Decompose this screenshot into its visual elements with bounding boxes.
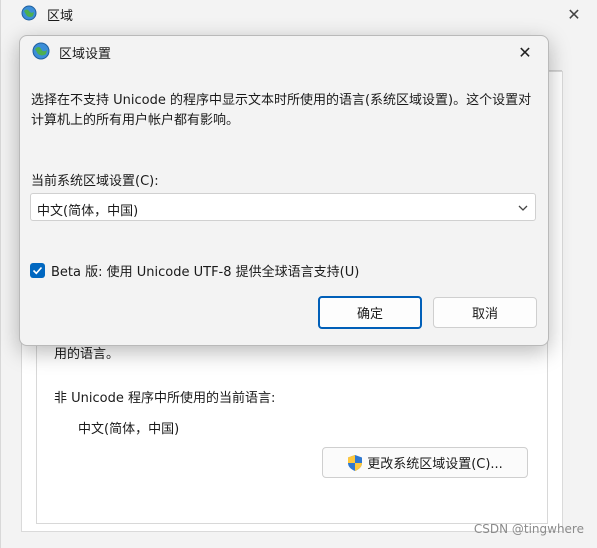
change-system-locale-button[interactable]: 更改系统区域设置(C)... xyxy=(322,447,528,478)
region-window-titlebar: 区域 ✕ xyxy=(1,0,597,30)
globe-icon xyxy=(21,5,37,21)
region-settings-dialog: 区域设置 ✕ 选择在不支持 Unicode 的程序中显示文本时所使用的语言(系统… xyxy=(19,35,549,346)
uac-shield-icon xyxy=(348,454,363,471)
dialog-description: 选择在不支持 Unicode 的程序中显示文本时所使用的语言(系统区域设置)。这… xyxy=(31,93,532,128)
dialog-title: 区域设置 xyxy=(59,47,112,62)
region-window-title: 区域 xyxy=(47,9,74,24)
system-locale-select[interactable]: 中文(简体，中国) xyxy=(30,193,536,221)
region-window-close-button[interactable]: ✕ xyxy=(554,0,594,28)
close-icon: ✕ xyxy=(518,42,532,62)
ok-button[interactable]: 确定 xyxy=(318,296,422,329)
beta-utf8-checkbox[interactable] xyxy=(30,262,45,278)
ok-button-label: 确定 xyxy=(356,307,383,322)
dialog-close-button[interactable]: ✕ xyxy=(508,38,542,66)
close-icon: ✕ xyxy=(567,4,581,24)
current-language-value: 中文(简体，中国) xyxy=(78,422,180,437)
watermark: CSDN @tingwhere xyxy=(473,522,584,536)
beta-utf8-label: Beta 版: 使用 Unicode UTF-8 提供全球语言支持(U) xyxy=(51,264,360,280)
chevron-down-icon xyxy=(518,205,528,211)
cancel-button[interactable]: 取消 xyxy=(433,297,537,328)
current-language-label: 非 Unicode 程序中所使用的当前语言: xyxy=(54,391,276,406)
system-locale-label: 当前系统区域设置(C): xyxy=(31,174,159,189)
system-locale-value: 中文(简体，中国) xyxy=(37,204,139,219)
globe-icon xyxy=(32,42,50,60)
checkmark-icon xyxy=(32,266,43,274)
cancel-button-label: 取消 xyxy=(471,307,498,322)
change-system-locale-label: 更改系统区域设置(C)... xyxy=(367,457,503,472)
beta-utf8-option[interactable]: Beta 版: 使用 Unicode UTF-8 提供全球语言支持(U) xyxy=(30,260,359,280)
